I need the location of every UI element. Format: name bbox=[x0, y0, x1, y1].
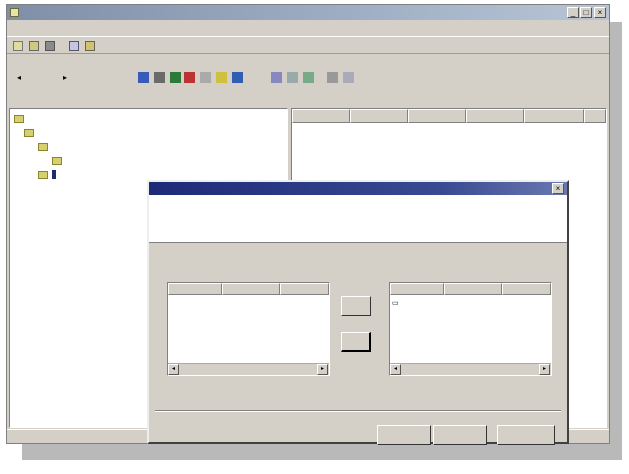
folder-icon bbox=[24, 129, 34, 137]
forward-button[interactable]: ▸ bbox=[63, 73, 67, 82]
folder-icon bbox=[38, 143, 48, 151]
wizard-dialog: × ◂ ▸ ▭ ◂ ▸ bbox=[147, 180, 569, 445]
scroll-right-icon[interactable]: ▸ bbox=[539, 364, 550, 375]
selected-column-header[interactable] bbox=[444, 283, 502, 295]
new-icon[interactable] bbox=[13, 41, 23, 51]
selected-list[interactable]: ▭ ◂ ▸ bbox=[389, 282, 552, 376]
dialog-titlebar[interactable] bbox=[149, 182, 567, 195]
delete-icon[interactable] bbox=[184, 72, 195, 83]
folder-icon bbox=[38, 171, 48, 179]
tree-item-label bbox=[52, 170, 56, 179]
scroll-left-icon[interactable]: ◂ bbox=[390, 364, 401, 375]
view-icon[interactable] bbox=[271, 72, 282, 83]
folder-icon bbox=[52, 157, 62, 165]
selected-column-header[interactable] bbox=[502, 283, 551, 295]
save-icon[interactable] bbox=[45, 41, 55, 51]
maximize-icon[interactable]: □ bbox=[580, 7, 592, 18]
back-button[interactable] bbox=[377, 425, 431, 445]
list-column-header-filler bbox=[584, 109, 606, 123]
window-titlebar[interactable] bbox=[7, 5, 609, 20]
options-icon[interactable] bbox=[343, 72, 354, 83]
scroll-right-icon[interactable]: ▸ bbox=[317, 364, 328, 375]
tree-item-level3[interactable] bbox=[52, 155, 66, 167]
list-column-header[interactable] bbox=[408, 109, 466, 123]
dialog-header bbox=[149, 195, 567, 243]
list-column-header[interactable] bbox=[524, 109, 584, 123]
open-icon[interactable] bbox=[29, 41, 39, 51]
selected-column-header[interactable] bbox=[390, 283, 444, 295]
link-icon[interactable] bbox=[138, 72, 149, 83]
help-icon[interactable] bbox=[85, 41, 95, 51]
cancel-button[interactable] bbox=[497, 425, 555, 445]
list-column-header[interactable] bbox=[466, 109, 524, 123]
minimize-icon[interactable]: _ bbox=[567, 7, 579, 18]
next-button[interactable] bbox=[433, 425, 487, 445]
remove-button[interactable] bbox=[341, 332, 371, 352]
available-column-header[interactable] bbox=[222, 283, 280, 295]
app-icon bbox=[10, 8, 19, 17]
toolbar-top bbox=[7, 36, 609, 54]
selected-hscrollbar[interactable]: ◂ ▸ bbox=[390, 363, 551, 375]
scroll-left-icon[interactable]: ◂ bbox=[168, 364, 179, 375]
properties-icon[interactable] bbox=[69, 41, 79, 51]
close-icon[interactable]: × bbox=[594, 7, 606, 18]
tree-item-level2[interactable] bbox=[38, 141, 52, 153]
tree-item-root[interactable] bbox=[14, 113, 28, 125]
list-column-header[interactable] bbox=[350, 109, 408, 123]
menu-bar bbox=[7, 21, 609, 35]
screenshot: _ □ × ◂ ▸ × ◂ ▸ ▭ ◂ ▸ bbox=[0, 0, 629, 474]
refresh-icon[interactable] bbox=[216, 72, 227, 83]
available-list[interactable]: ◂ ▸ bbox=[167, 282, 330, 376]
properties-action-icon[interactable] bbox=[200, 72, 211, 83]
add-button[interactable] bbox=[341, 296, 371, 316]
tree-item-selected[interactable] bbox=[38, 169, 56, 181]
tools-icon[interactable] bbox=[327, 72, 338, 83]
tree-item-level1[interactable] bbox=[24, 127, 38, 139]
toolbar-actions: ◂ ▸ bbox=[7, 62, 609, 96]
disk-icon: ▭ bbox=[392, 300, 399, 307]
back-button[interactable]: ◂ bbox=[17, 73, 21, 82]
export-icon[interactable] bbox=[232, 72, 243, 83]
available-column-header[interactable] bbox=[280, 283, 329, 295]
filter-icon[interactable] bbox=[287, 72, 298, 83]
dialog-separator bbox=[155, 410, 561, 412]
available-column-header[interactable] bbox=[168, 283, 222, 295]
graph-icon[interactable] bbox=[303, 72, 314, 83]
copy-icon[interactable] bbox=[170, 72, 181, 83]
cut-icon[interactable] bbox=[154, 72, 165, 83]
list-column-header[interactable] bbox=[292, 109, 350, 123]
dialog-close-icon[interactable]: × bbox=[552, 183, 564, 194]
folder-icon bbox=[14, 115, 24, 123]
list-item[interactable]: ▭ bbox=[392, 299, 550, 311]
available-hscrollbar[interactable]: ◂ ▸ bbox=[168, 363, 329, 375]
